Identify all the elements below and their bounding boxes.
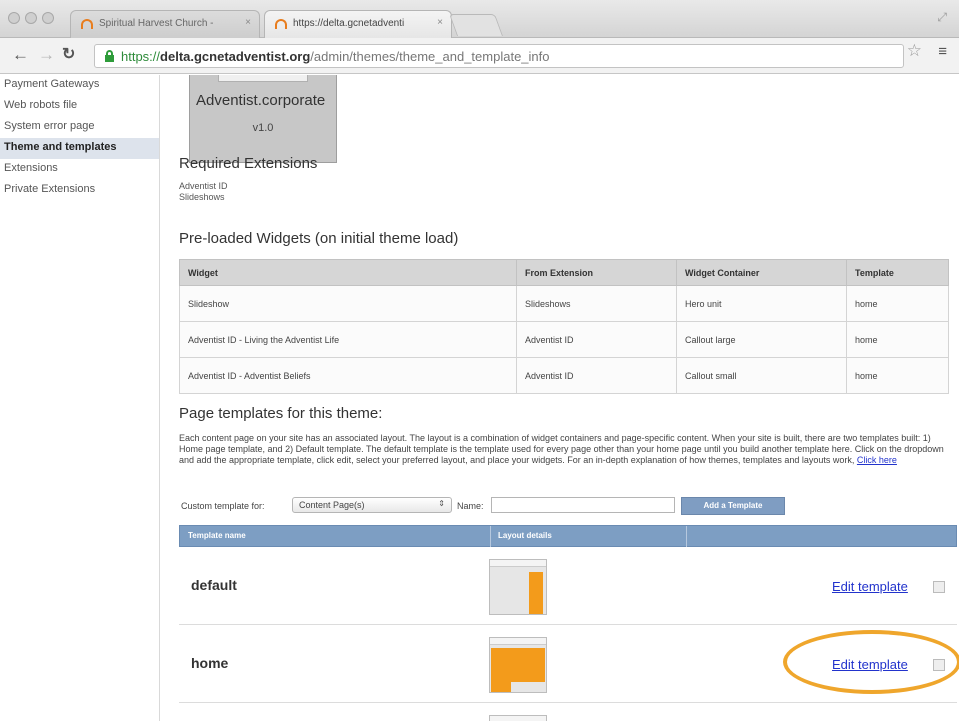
new-tab-button[interactable] — [448, 14, 504, 36]
column-header-layout-details: Layout details — [498, 531, 552, 540]
url-text: https://delta.gcnetadventist.org/admin/t… — [121, 49, 550, 64]
close-window-icon[interactable] — [8, 12, 20, 24]
required-extension-item: Adventist ID — [179, 181, 228, 191]
main-content: Adventist.corporate v1.0 Required Extens… — [161, 75, 959, 721]
column-header-template: Template — [846, 259, 949, 286]
column-header-widget-container: Widget Container — [676, 259, 847, 286]
cell-widget: Slideshow — [179, 285, 517, 322]
name-label: Name: — [457, 501, 484, 511]
cell-widget: Adventist ID - Living the Adventist Life — [179, 321, 517, 358]
theme-card[interactable]: Adventist.corporate v1.0 — [189, 75, 337, 163]
cell-template: home — [846, 321, 949, 358]
cell-extension: Slideshows — [516, 285, 677, 322]
cell-extension: Adventist ID — [516, 357, 677, 394]
cell-template: home — [846, 357, 949, 394]
description-text: Each content page on your site has an as… — [179, 433, 944, 465]
back-arrow-icon[interactable]: ← — [12, 46, 29, 64]
column-header-from-extension: From Extension — [516, 259, 677, 286]
sidebar-item-private-extensions[interactable]: Private Extensions — [0, 180, 159, 201]
widgets-table: Widget From Extension Widget Container T… — [179, 259, 949, 394]
required-extensions-heading: Required Extensions — [179, 155, 318, 172]
tab-label: https://delta.gcnetadventi — [293, 18, 405, 29]
theme-thumbnail — [218, 75, 308, 82]
cell-template: home — [846, 285, 949, 322]
template-row-home: home Edit template — [179, 625, 957, 703]
page-templates-heading: Page templates for this theme: — [179, 405, 383, 422]
browser-toolbar: ← → ↻ https://delta.gcnetadventist.org/a… — [0, 38, 959, 74]
template-name: home — [191, 655, 229, 671]
table-row: Slideshow Slideshows Hero unit home — [179, 285, 949, 322]
close-tab-icon[interactable]: × — [245, 17, 251, 28]
browser-titlebar: Spiritual Harvest Church - × https://del… — [0, 0, 959, 38]
column-header-widget: Widget — [179, 259, 517, 286]
site-favicon-icon — [275, 19, 287, 29]
delete-template-icon[interactable] — [933, 581, 945, 593]
sidebar-item-theme-and-templates[interactable]: Theme and templates — [0, 138, 159, 159]
forward-arrow-icon[interactable]: → — [38, 46, 55, 64]
bookmark-star-icon[interactable]: ☆ — [907, 41, 922, 61]
edit-template-link[interactable]: Edit template — [832, 657, 908, 672]
template-row-partial — [179, 703, 957, 721]
page-templates-description: Each content page on your site has an as… — [179, 433, 949, 466]
template-row-default: default Edit template — [179, 547, 957, 625]
add-template-button[interactable]: Add a Template — [681, 497, 785, 515]
table-header-row: Widget From Extension Widget Container T… — [179, 259, 949, 286]
close-tab-icon[interactable]: × — [437, 17, 443, 28]
custom-template-label: Custom template for: — [181, 501, 265, 511]
layout-preview-sidebar-right — [489, 559, 547, 615]
browser-tab-delta[interactable]: https://delta.gcnetadventi × — [264, 10, 452, 38]
sidebar-item-system-error-page[interactable]: System error page — [0, 117, 159, 138]
theme-version: v1.0 — [252, 122, 274, 134]
sidebar-item-web-robots[interactable]: Web robots file — [0, 96, 159, 117]
menu-hamburger-icon[interactable]: ≡ — [938, 43, 947, 60]
reload-icon[interactable]: ↻ — [62, 46, 75, 64]
select-value: Content Page(s) — [299, 500, 365, 510]
table-row: Adventist ID - Adventist Beliefs Adventi… — [179, 357, 949, 394]
fullscreen-icon[interactable]: ⤢ — [937, 10, 947, 25]
url-host: delta.gcnetadventist.org — [160, 49, 311, 64]
table-row: Adventist ID - Living the Adventist Life… — [179, 321, 949, 358]
minimize-window-icon[interactable] — [25, 12, 37, 24]
template-name-input[interactable] — [491, 497, 675, 513]
cell-container: Callout small — [676, 357, 847, 394]
sidebar-item-payment-gateways[interactable]: Payment Gateways — [0, 75, 159, 96]
sidebar-item-extensions[interactable]: Extensions — [0, 159, 159, 180]
cell-container: Callout large — [676, 321, 847, 358]
layout-preview-partial — [489, 715, 547, 721]
required-extension-item: Slideshows — [179, 192, 225, 202]
templates-table-header: Template name Layout details — [179, 525, 957, 548]
address-bar[interactable]: https://delta.gcnetadventist.org/admin/t… — [94, 44, 904, 68]
template-name: default — [191, 577, 237, 593]
widgets-heading: Pre-loaded Widgets (on initial theme loa… — [179, 230, 459, 247]
column-header-template-name: Template name — [188, 531, 246, 540]
url-path: /admin/themes/theme_and_template_info — [310, 49, 550, 64]
browser-tab-spiritual-harvest[interactable]: Spiritual Harvest Church - × — [70, 10, 260, 38]
cell-extension: Adventist ID — [516, 321, 677, 358]
cell-container: Hero unit — [676, 285, 847, 322]
lock-icon — [105, 50, 114, 62]
edit-template-link[interactable]: Edit template — [832, 579, 908, 594]
tab-label: Spiritual Harvest Church - — [99, 18, 214, 29]
select-arrows-icon: ⇕ — [438, 499, 445, 508]
admin-sidebar: Payment Gateways Web robots file System … — [0, 75, 160, 721]
site-favicon-icon — [81, 19, 93, 29]
cell-widget: Adventist ID - Adventist Beliefs — [179, 357, 517, 394]
url-scheme: https:// — [121, 49, 161, 64]
template-type-select[interactable]: Content Page(s) ⇕ — [292, 497, 452, 513]
layout-preview-hero — [489, 637, 547, 693]
theme-name: Adventist.corporate — [196, 92, 326, 109]
zoom-window-icon[interactable] — [42, 12, 54, 24]
delete-template-icon[interactable] — [933, 659, 945, 671]
click-here-link[interactable]: Click here — [857, 455, 897, 465]
